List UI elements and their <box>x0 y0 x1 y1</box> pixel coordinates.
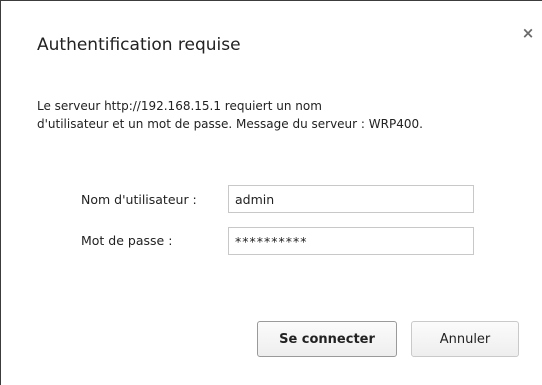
password-label: Mot de passe : <box>81 233 173 248</box>
username-input[interactable] <box>228 185 474 213</box>
server-message: Le serveur http://192.168.15.1 requiert … <box>37 97 423 133</box>
connect-button[interactable]: Se connecter <box>257 321 397 357</box>
server-message-line-2: d'utilisateur et un mot de passe. Messag… <box>37 117 423 131</box>
dialog-title: Authentification requise <box>37 35 241 55</box>
server-message-line-1: Le serveur http://192.168.15.1 requiert … <box>37 99 322 113</box>
close-icon[interactable]: × <box>518 23 538 43</box>
auth-dialog: × Authentification requise Le serveur ht… <box>0 0 542 385</box>
password-input[interactable] <box>228 227 474 255</box>
username-label: Nom d'utilisateur : <box>81 192 197 207</box>
cancel-button[interactable]: Annuler <box>411 321 519 357</box>
